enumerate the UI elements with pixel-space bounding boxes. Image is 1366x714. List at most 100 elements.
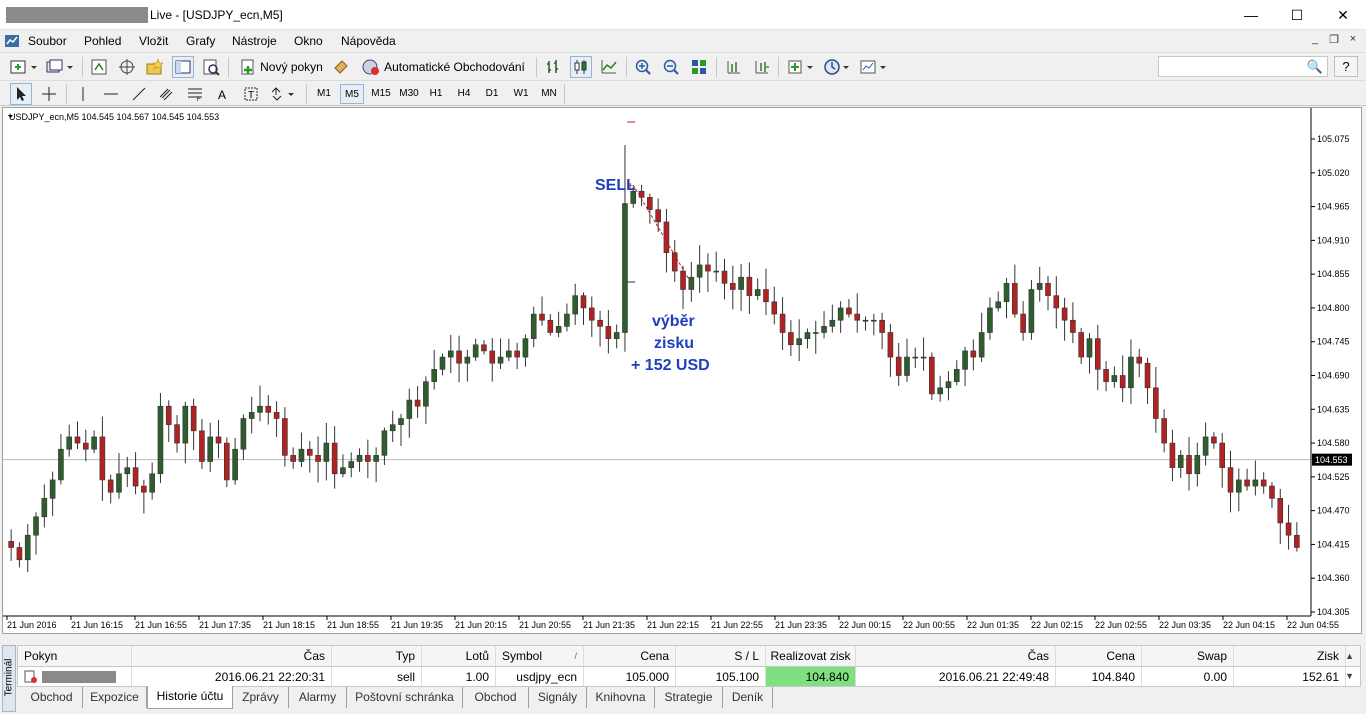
minimize-button[interactable]: — (1228, 0, 1274, 30)
col-pokyn[interactable]: Pokyn (18, 646, 132, 666)
mdi-minimize-button[interactable]: _ (1306, 33, 1324, 49)
strategy-tester-button[interactable] (200, 56, 222, 78)
bull-candle (439, 356, 446, 370)
terminal-side-tab[interactable]: Terminál (2, 645, 16, 712)
timeframe-m30[interactable]: M30 (396, 84, 422, 104)
candlestick-icon (574, 60, 587, 74)
maximize-button[interactable]: ☐ (1274, 0, 1320, 30)
timeframe-m15[interactable]: M15 (368, 84, 394, 104)
periods-button[interactable] (822, 56, 854, 78)
drawing-toolbar: F A T M1 M5 M15 M30 H1 H4 D1 W1 MN (0, 80, 1366, 106)
tab-obchod-market[interactable]: Obchod (463, 687, 529, 708)
text-tool-button[interactable]: A (212, 83, 234, 105)
col-tp[interactable]: Realizovat zisk (766, 646, 856, 666)
tab-zpravy[interactable]: Zprávy (233, 687, 289, 708)
tab-postovni-schranka[interactable]: Poštovní schránka (347, 687, 463, 708)
text-label-button[interactable]: T (240, 83, 262, 105)
col-cas-open[interactable]: Čas (132, 646, 332, 666)
favorites-button[interactable] (144, 56, 166, 78)
timeframe-m5[interactable]: M5 (340, 84, 364, 104)
tab-denik[interactable]: Deník (723, 687, 773, 708)
menu-nastroje[interactable]: Nástroje (232, 34, 277, 48)
templates-button[interactable] (858, 56, 890, 78)
col-lotu[interactable]: Lotů (422, 646, 496, 666)
vertical-line-button[interactable] (72, 83, 94, 105)
navigator-button[interactable] (116, 56, 138, 78)
menu-grafy[interactable]: Grafy (186, 34, 215, 48)
timeframe-mn[interactable]: MN (536, 84, 562, 104)
help-button[interactable]: ? (1334, 56, 1358, 77)
col-swap[interactable]: Swap (1142, 646, 1234, 666)
horizontal-line-button[interactable] (100, 83, 122, 105)
menu-pohled[interactable]: Pohled (84, 34, 121, 48)
col-typ[interactable]: Typ (332, 646, 422, 666)
menu-vlozit[interactable]: Vložit (139, 34, 168, 48)
close-button[interactable]: ✕ (1320, 0, 1366, 30)
crosshair-tool-button[interactable] (38, 83, 60, 105)
col-cena-close[interactable]: Cena (1056, 646, 1142, 666)
tab-signaly[interactable]: Signály (529, 687, 587, 708)
scroll-down-icon[interactable]: ▼ (1345, 671, 1354, 681)
zoom-out-button[interactable] (660, 56, 682, 78)
bull-candle (232, 448, 238, 481)
fibonacci-button[interactable]: F (184, 83, 206, 105)
tab-strategie[interactable]: Strategie (655, 687, 723, 708)
bar-chart-button[interactable] (542, 56, 564, 78)
menu-napoveda[interactable]: Nápověda (341, 34, 396, 48)
tile-windows-button[interactable] (688, 56, 710, 78)
cursor-tool-button[interactable] (10, 83, 32, 105)
tab-knihovna[interactable]: Knihovna (587, 687, 655, 708)
col-symbol[interactable]: Symbol / (496, 646, 584, 666)
autoscroll-icon (755, 61, 769, 74)
auto-trading-button[interactable]: Automatické Obchodování (358, 56, 528, 78)
candlestick-button[interactable] (570, 56, 592, 78)
bear-candle (273, 412, 280, 419)
scroll-up-icon[interactable]: ▲ (1345, 651, 1354, 661)
candlestick-chart[interactable]: + 105.075105.020104.965104.910104.855104… (3, 108, 1361, 633)
equidistant-channel-button[interactable] (156, 83, 178, 105)
col-zisk[interactable]: Zisk (1234, 646, 1346, 666)
bull-candle (696, 264, 703, 278)
timeframe-m1[interactable]: M1 (312, 84, 336, 104)
new-chart-button[interactable] (8, 56, 40, 78)
timeframe-w1[interactable]: W1 (508, 84, 534, 104)
tab-obchod[interactable]: Obchod (21, 687, 83, 708)
indicators-button[interactable] (786, 56, 818, 78)
table-row[interactable]: 2016.06.21 22:20:31 sell 1.00 usdjpy_ecn… (17, 667, 1361, 687)
col-cena-open[interactable]: Cena (584, 646, 676, 666)
search-input[interactable]: 🔍 (1158, 56, 1328, 77)
mdi-restore-button[interactable]: ❐ (1325, 33, 1343, 49)
trendline-button[interactable] (128, 83, 150, 105)
timeframe-h4[interactable]: H4 (452, 84, 476, 104)
timeframe-h1[interactable]: H1 (424, 84, 448, 104)
market-watch-button[interactable] (88, 56, 110, 78)
tab-expozice[interactable]: Expozice (83, 687, 147, 708)
arrows-button[interactable] (268, 83, 298, 105)
menu-okno[interactable]: Okno (294, 34, 323, 48)
current-price-label: 104.553 (1315, 455, 1348, 465)
tab-alarmy[interactable]: Alarmy (289, 687, 347, 708)
chart-shift-button[interactable] (722, 56, 744, 78)
bear-candle (1078, 332, 1084, 358)
col-sl[interactable]: S / L (676, 646, 766, 666)
new-order-button[interactable]: Nový pokyn (236, 56, 326, 78)
terminal-toggle-button[interactable] (172, 56, 194, 78)
search-icon[interactable]: 🔍 (1307, 59, 1323, 75)
mdi-close-button[interactable]: × (1344, 33, 1362, 49)
timeframe-d1[interactable]: D1 (480, 84, 504, 104)
chart-window[interactable]: + 105.075 105.020 104.965 104.910 104.855 104… (2, 107, 1362, 634)
metaeditor-button[interactable] (330, 56, 352, 78)
new-chart-icon (10, 60, 37, 74)
bull-candle (1235, 479, 1242, 493)
col-cas-close[interactable]: Čas (856, 646, 1056, 666)
autoscroll-button[interactable] (750, 56, 772, 78)
bear-candle (290, 455, 296, 462)
menu-soubor[interactable]: Soubor (28, 34, 67, 48)
profiles-button[interactable] (44, 56, 76, 78)
bull-candle (754, 289, 761, 296)
tab-historie-uctu[interactable]: Historie účtu (147, 686, 233, 709)
line-chart-button[interactable] (598, 56, 620, 78)
bear-candle (190, 405, 197, 432)
bear-candle (306, 448, 313, 456)
zoom-in-button[interactable] (632, 56, 654, 78)
